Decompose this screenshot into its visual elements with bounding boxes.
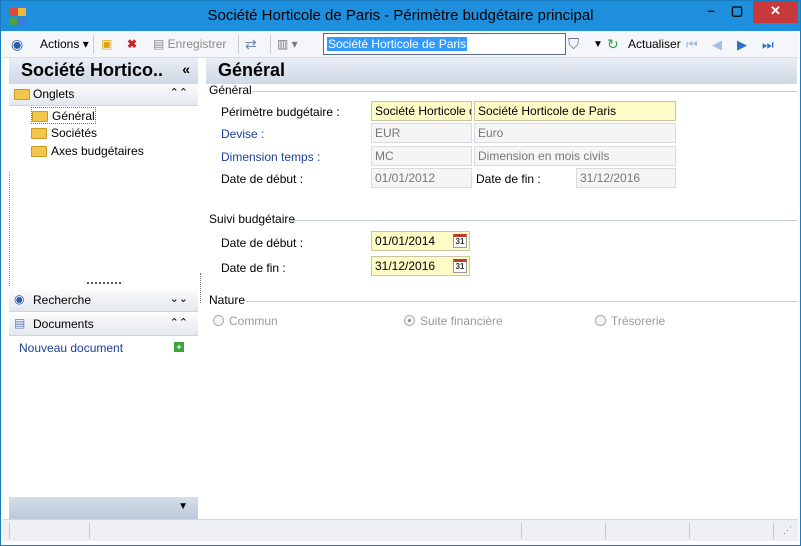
minimize-icon[interactable]: – [698,1,724,23]
documents-section-header[interactable]: ▤ Documents ⌃⌃ [9,314,198,336]
collapse-panel-icon[interactable]: « [182,61,190,77]
splitter-handle[interactable] [87,282,121,284]
left-panel-footer: ▼ [9,497,198,519]
group-divider [252,91,797,92]
folder-icon [31,128,47,139]
calendar-icon[interactable]: 31 [453,259,467,273]
group-divider [246,301,797,302]
tree-item-general[interactable]: Général [31,107,96,124]
radio-label: Trésorerie [611,314,666,328]
chevron-up-icon[interactable]: ⌃⌃ [170,316,188,329]
vertical-splitter[interactable] [200,273,201,303]
main-panel: Général Général Périmètre budgétaire : S… [206,58,797,519]
actions-label: Actions [40,37,80,51]
new-document-link[interactable]: Nouveau document [19,341,123,355]
end-date-label: Date de fin : [476,172,541,186]
radio-label: Suite financière [420,314,503,328]
general-group-title: Général [209,83,252,97]
resize-grip-icon[interactable]: ⋰ [783,525,792,536]
tree-label: Sociétés [51,126,98,140]
tree-item-societes[interactable]: Sociétés [31,125,97,142]
dimension-name-field: Dimension en mois civils [474,146,676,166]
filter-icon[interactable]: ⛉ [568,36,579,53]
add-icon[interactable]: + [174,342,184,352]
chevron-down-icon[interactable]: ⌄⌄ [170,292,188,305]
previous-record-icon[interactable]: ◀ [712,36,722,53]
suivi-start-field[interactable]: 01/01/2014 31 [371,231,470,251]
perimetre-label: Périmètre budgétaire : [221,105,340,119]
close-icon[interactable]: ✕ [753,1,798,23]
devise-code-field: EUR [371,123,472,143]
dimension-link[interactable]: Dimension temps : [221,150,320,164]
radio-suite-financiere[interactable]: Suite financière [404,314,503,328]
folder-icon [14,89,30,100]
delete-icon[interactable]: ✖ [127,36,137,53]
start-date-field: 01/01/2012 [371,168,472,188]
sync-icon[interactable]: ⇄ [245,36,257,53]
perimetre-code-field[interactable]: Société Horticole d [371,101,472,121]
title-bar[interactable]: Société Horticole de Paris - Périmètre b… [1,1,800,31]
left-panel-title: Société Hortico.. « [9,58,198,84]
tree-label: Axes budgétaires [51,144,144,158]
open-folder-icon [32,111,48,122]
group-divider [288,220,797,221]
documents-section-label: Documents [33,317,94,331]
toolbar: ◉ Actions ▾ ▣ ✖ ▤ Enregistrer ⇄ ▥ ▾ Soci… [3,31,798,58]
main-title: Général [206,58,797,84]
print-icon[interactable]: ▥ ▾ [277,36,298,53]
actions-menu-button[interactable]: Actions ▾ [40,36,89,53]
save-label: Enregistrer [167,37,227,51]
tree-item-axes[interactable]: Axes budgétaires [31,143,144,160]
radio-commun[interactable]: Commun [213,314,278,328]
search-section-header[interactable]: ◉ Recherche ⌄⌄ [9,290,198,312]
dropdown-icon[interactable]: ▼ [178,501,188,512]
devise-link[interactable]: Devise : [221,127,264,141]
new-icon[interactable]: ▣ [101,36,112,53]
search-circle-icon: ◉ [14,292,25,306]
search-value: Société Horticole de Paris [327,37,468,51]
end-date-field: 31/12/2016 [576,168,676,188]
maximize-icon[interactable]: ▢ [724,1,750,23]
tree-line [9,171,21,286]
perimetre-name-field[interactable]: Société Horticole de Paris [474,101,676,121]
folder-icon [31,146,47,157]
window-title: Société Horticole de Paris - Périmètre b… [207,7,594,24]
document-icon: ▤ [14,316,26,330]
status-bar: ⋰ [3,519,798,541]
refresh-icon[interactable]: ↻ [607,36,619,53]
tabs-section-header[interactable]: Onglets ⌃⌃ [9,84,198,106]
search-input[interactable]: Société Horticole de Paris [323,33,566,55]
radio-label: Commun [229,314,278,328]
suivi-end-value: 31/12/2016 [375,259,436,273]
menu-circle-icon[interactable]: ◉ [11,36,23,53]
last-record-icon[interactable]: ⏭ [762,36,774,53]
tabs-section-label: Onglets [33,87,75,101]
start-date-label: Date de début : [221,172,304,186]
suivi-group-title: Suivi budgétaire [209,212,296,226]
suivi-start-label: Date de début : [221,236,304,250]
suivi-end-label: Date de fin : [221,261,286,275]
refresh-button[interactable]: Actualiser [628,36,681,53]
radio-tresorerie[interactable]: Trésorerie [595,314,665,328]
filter-dropdown-icon[interactable]: ▼ [593,36,603,53]
application-window: Société Horticole de Paris - Périmètre b… [0,0,801,546]
tree-label: Général [52,109,95,123]
suivi-end-field[interactable]: 31/12/2016 31 [371,256,470,276]
search-section-label: Recherche [33,293,92,307]
nature-group-title: Nature [209,293,246,307]
save-button[interactable]: ▤ Enregistrer [153,36,226,53]
chevron-up-icon[interactable]: ⌃⌃ [170,86,188,99]
calendar-icon[interactable]: 31 [453,234,467,248]
suivi-start-value: 01/01/2014 [375,234,436,248]
first-record-icon[interactable]: ⏮ [686,36,698,53]
dimension-code-field: MC [371,146,472,166]
left-title-text: Société Hortico.. [21,60,164,80]
devise-name-field: Euro [474,123,676,143]
next-record-icon[interactable]: ▶ [737,36,747,53]
left-panel: Société Hortico.. « Onglets ⌃⌃ Général S… [9,58,198,519]
